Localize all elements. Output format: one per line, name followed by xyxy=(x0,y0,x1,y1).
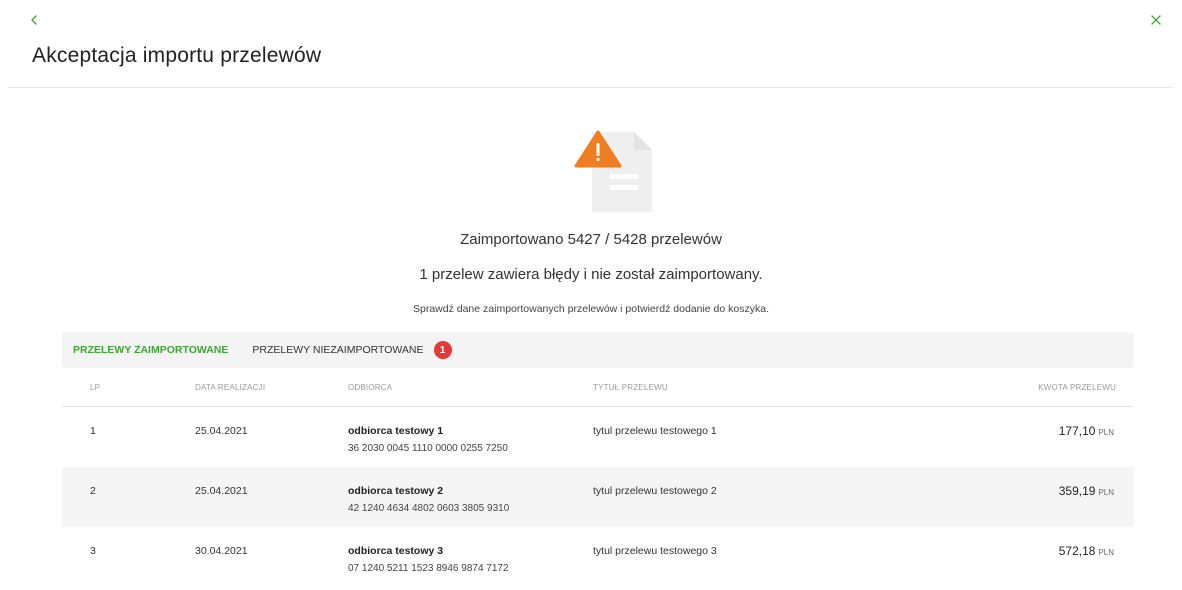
file-warning-icon xyxy=(574,130,654,214)
tab-not-imported[interactable]: PRZELEWY NIEZAIMPORTOWANE 1 xyxy=(252,341,452,359)
row-lp: 3 xyxy=(90,545,96,557)
column-header-lp: LP xyxy=(90,383,101,392)
tab-imported[interactable]: PRZELEWY ZAIMPORTOWANE xyxy=(73,344,228,356)
table-row[interactable]: 1 25.04.2021 odbiorca testowy 1 36 2030 … xyxy=(62,407,1134,467)
row-recipient-name: odbiorca testowy 3 xyxy=(348,545,444,557)
page-title: Akceptacja importu przelewów xyxy=(32,44,322,67)
table-row[interactable]: 2 25.04.2021 odbiorca testowy 2 42 1240 … xyxy=(62,467,1134,527)
row-amount-value: 359,19 xyxy=(1058,484,1096,498)
error-count-badge: 1 xyxy=(433,341,452,359)
row-amount: 359,19 PLN xyxy=(1059,484,1114,498)
row-currency: PLN xyxy=(1098,488,1114,497)
row-currency: PLN xyxy=(1098,548,1114,557)
row-account-number: 36 2030 0045 1110 0000 0255 7250 xyxy=(348,443,508,454)
tabs-bar: PRZELEWY ZAIMPORTOWANE PRZELEWY NIEZAIMP… xyxy=(62,332,1134,368)
row-recipient-name: odbiorca testowy 2 xyxy=(348,485,444,497)
row-date: 30.04.2021 xyxy=(195,545,248,557)
table-row[interactable]: 3 30.04.2021 odbiorca testowy 3 07 1240 … xyxy=(62,527,1134,587)
row-account-number: 07 1240 5211 1523 8946 9874 7172 xyxy=(348,563,509,574)
import-summary: Zaimportowano 5427 / 5428 przelewów xyxy=(460,231,722,248)
chevron-left-icon xyxy=(31,15,37,25)
import-hint: Sprawdź dane zaimportowanych przelewów i… xyxy=(412,303,770,315)
tab-not-imported-label: PRZELEWY NIEZAIMPORTOWANE xyxy=(252,344,424,356)
column-header-amount: KWOTA PRZELEWU xyxy=(1038,383,1116,392)
import-error-message: 1 przelew zawiera błędy i nie został zai… xyxy=(419,266,763,283)
row-date: 25.04.2021 xyxy=(195,425,248,437)
row-currency: PLN xyxy=(1098,428,1114,437)
row-transfer-title: tytul przelewu testowego 1 xyxy=(593,425,717,437)
row-amount-value: 572,18 xyxy=(1058,544,1096,558)
row-amount-value: 177,10 xyxy=(1058,424,1096,438)
row-lp: 1 xyxy=(90,425,96,437)
close-button[interactable] xyxy=(1148,12,1164,28)
close-icon xyxy=(1151,15,1161,25)
row-date: 25.04.2021 xyxy=(195,485,248,497)
tab-imported-label: PRZELEWY ZAIMPORTOWANE xyxy=(73,344,229,356)
column-header-title: TYTUŁ PRZELEWU xyxy=(593,383,668,392)
row-amount: 572,18 PLN xyxy=(1059,544,1114,558)
column-header-date: DATA REALIZACJI xyxy=(195,383,266,392)
row-recipient-name: odbiorca testowy 1 xyxy=(348,425,444,437)
row-transfer-title: tytul przelewu testowego 2 xyxy=(593,485,717,497)
row-account-number: 42 1240 4634 4802 0603 3805 9310 xyxy=(348,503,510,514)
header-divider xyxy=(8,87,1174,88)
back-button[interactable] xyxy=(28,12,40,28)
row-amount: 177,10 PLN xyxy=(1059,424,1114,438)
row-lp: 2 xyxy=(90,485,96,497)
row-transfer-title: tytul przelewu testowego 3 xyxy=(593,545,717,557)
column-header-recipient: ODBIORCA xyxy=(348,383,393,392)
